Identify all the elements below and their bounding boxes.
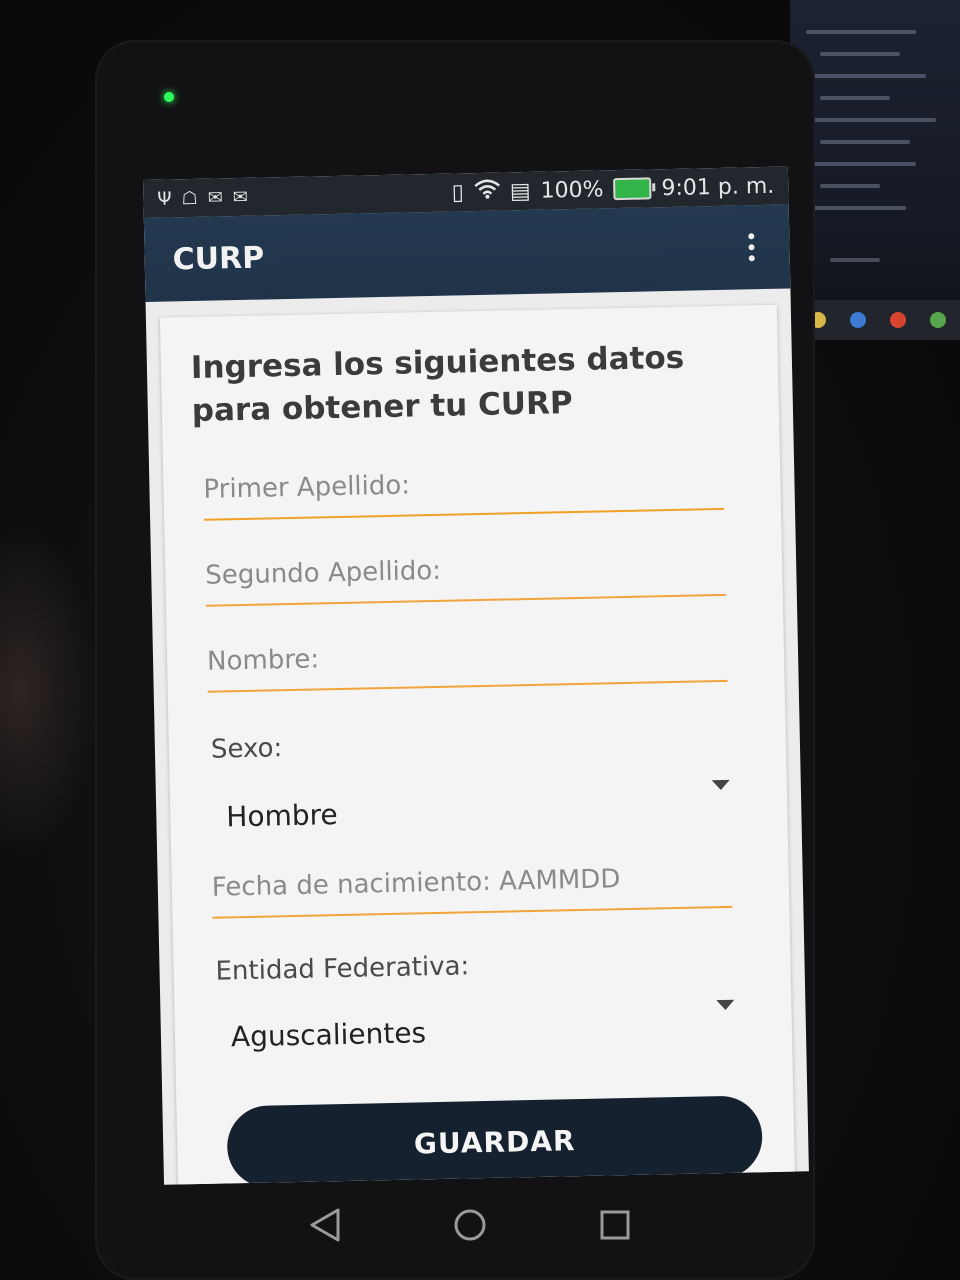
more-vert-icon[interactable] — [741, 227, 762, 267]
clock: 9:01 p. m. — [661, 173, 775, 201]
sexo-selected-value: Hombre — [226, 797, 339, 833]
phone-screen: Ψ ☖ ✉ ✉ ▯ ▤ 100% 9:01 p. m. CURP Ingresa… — [143, 166, 809, 1185]
fecha-nacimiento-field[interactable] — [211, 853, 733, 919]
entidad-spinner[interactable]: Aguscalientes — [214, 996, 735, 1067]
chevron-down-icon — [711, 779, 730, 791]
sexo-spinner[interactable]: Hombre — [210, 776, 731, 847]
entidad-selected-value: Aguscalientes — [230, 1015, 427, 1053]
android-debug-icon: ☖ — [181, 187, 198, 209]
home-icon[interactable] — [445, 1200, 495, 1250]
form-heading: Ingresa los siguientes datos para obtene… — [190, 339, 685, 430]
mail-icon: ✉ — [232, 186, 249, 208]
back-icon[interactable] — [300, 1200, 350, 1250]
recents-icon[interactable] — [590, 1200, 640, 1250]
segundo-apellido-field[interactable] — [204, 541, 726, 607]
nombre-field[interactable] — [206, 627, 728, 693]
photo-background: Ψ ☖ ✉ ✉ ▯ ▤ 100% 9:01 p. m. CURP Ingresa… — [0, 0, 960, 1280]
background-monitor — [790, 0, 960, 340]
notification-icons: Ψ ☖ ✉ ✉ — [157, 186, 248, 209]
mail-icon: ✉ — [207, 186, 224, 209]
notification-led — [164, 92, 174, 102]
app-title: CURP — [172, 239, 265, 277]
chevron-down-icon — [716, 999, 735, 1011]
guardar-button[interactable]: GUARDAR — [226, 1095, 764, 1185]
vibrate-icon: ▯ — [451, 179, 465, 206]
sim-icon: ▤ — [509, 178, 531, 204]
form-card: Ingresa los siguientes datos para obtene… — [159, 304, 796, 1185]
battery-icon — [613, 177, 652, 201]
system-icons: ▯ ▤ 100% 9:01 p. m. — [451, 173, 774, 206]
system-nav-bar — [300, 1195, 640, 1255]
usb-icon: Ψ — [157, 187, 172, 210]
hand-shadow — [0, 520, 100, 860]
battery-percent: 100% — [540, 176, 604, 204]
sexo-label: Sexo: — [210, 733, 283, 765]
app-bar: CURP — [143, 204, 791, 302]
wifi-icon — [473, 179, 501, 206]
entidad-label: Entidad Federativa: — [215, 951, 470, 987]
primer-apellido-field[interactable] — [203, 455, 725, 521]
